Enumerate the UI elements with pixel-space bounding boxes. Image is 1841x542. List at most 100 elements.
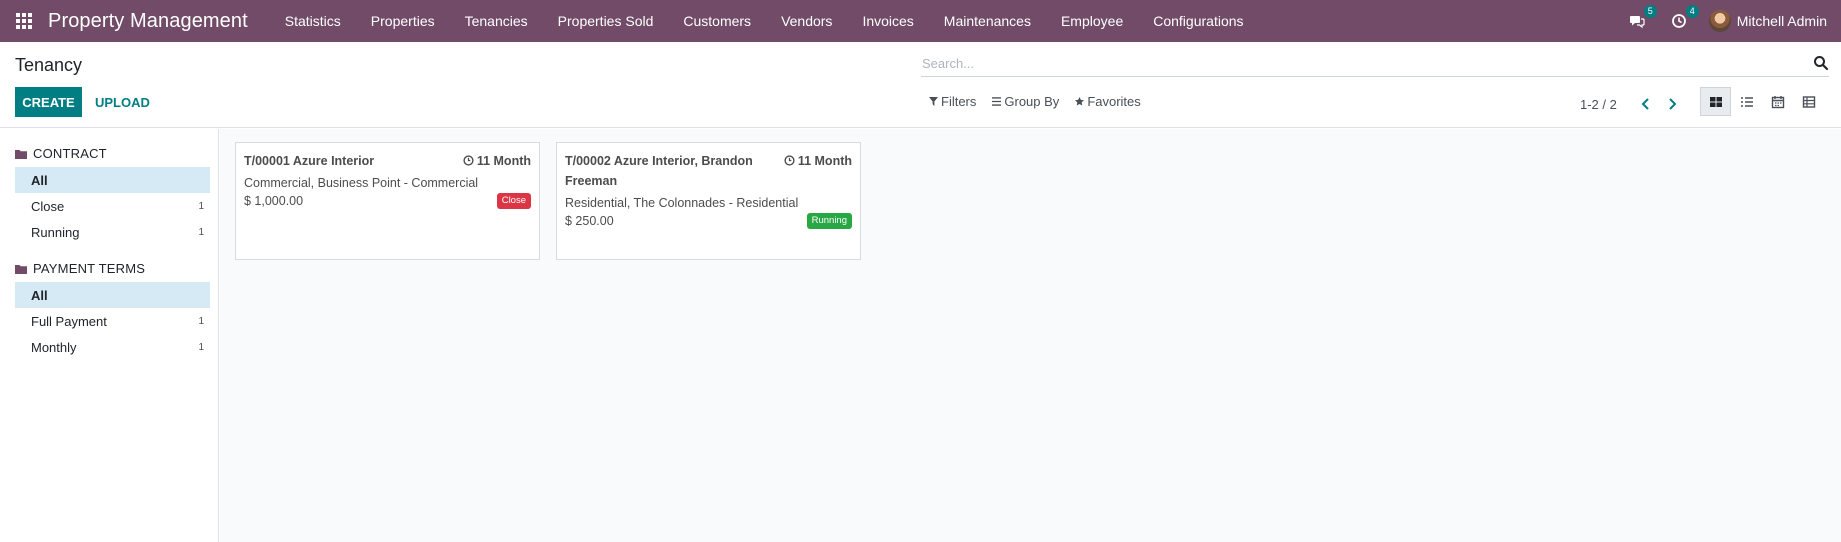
- filter-count: 1: [198, 226, 204, 238]
- menu-item-tenancies[interactable]: Tenancies: [450, 0, 543, 42]
- top-navbar: Property Management Statistics Propertie…: [0, 0, 1841, 42]
- section-header-payment-terms: PAYMENT TERMS: [15, 261, 218, 276]
- card-footer: $ 250.00 Running: [565, 212, 852, 230]
- menu-item-properties[interactable]: Properties: [356, 0, 450, 42]
- card-header: T/00002 Azure Interior, Brandon Freeman …: [565, 151, 852, 191]
- menu-item-employee[interactable]: Employee: [1046, 0, 1138, 42]
- apps-menu-icon[interactable]: [14, 11, 34, 31]
- pager: 1-2 / 2: [1580, 94, 1685, 114]
- control-panel: Tenancy CREATE UPLOAD Filters Group By F…: [0, 42, 1841, 128]
- filter-contract-running[interactable]: Running 1: [15, 219, 210, 245]
- menu-item-customers[interactable]: Customers: [668, 0, 766, 42]
- folder-icon: [15, 264, 27, 274]
- pager-value[interactable]: 1-2 / 2: [1580, 97, 1617, 112]
- clock-icon: [784, 155, 795, 166]
- clock-icon: [463, 155, 474, 166]
- pivot-icon: [1802, 95, 1815, 108]
- kanban-view: T/00001 Azure Interior 11 Month Commerci…: [220, 129, 1841, 542]
- filter-label: Full Payment: [31, 313, 107, 329]
- card-title: T/00002 Azure Interior, Brandon Freeman: [565, 154, 753, 188]
- card-duration-value: 11 Month: [476, 154, 531, 168]
- filter-count: 1: [198, 341, 204, 353]
- filter-label: All: [31, 172, 48, 188]
- pager-next-button[interactable]: [1659, 94, 1685, 114]
- user-name: Mitchell Admin: [1736, 13, 1827, 29]
- card-title: T/00001 Azure Interior: [244, 154, 375, 168]
- menu-item-vendors[interactable]: Vendors: [766, 0, 847, 42]
- filter-count: 1: [198, 200, 204, 212]
- calendar-view-button[interactable]: [1762, 87, 1793, 116]
- upload-button[interactable]: UPLOAD: [88, 87, 157, 117]
- card-property: Commercial, Business Point - Commercial: [244, 176, 479, 190]
- avatar: [1708, 10, 1731, 32]
- pager-previous-button[interactable]: [1633, 94, 1659, 114]
- chevron-left-icon: [1641, 98, 1649, 110]
- systray: 5 4 Mitchell Admin: [1625, 0, 1827, 42]
- search-icon[interactable]: [1813, 55, 1829, 71]
- chevron-right-icon: [1669, 98, 1677, 110]
- activities-button[interactable]: 4: [1667, 5, 1699, 33]
- card-duration: 11 Month: [784, 151, 852, 191]
- bars-icon: [992, 97, 1002, 106]
- main-menu: Statistics Properties Tenancies Properti…: [270, 0, 1259, 42]
- kanban-card[interactable]: T/00001 Azure Interior 11 Month Commerci…: [235, 142, 540, 260]
- filter-icon: [929, 97, 938, 106]
- card-property: Residential, The Colonnades - Residentia…: [565, 196, 799, 210]
- filter-label: Running: [31, 224, 80, 240]
- messages-button[interactable]: 5: [1625, 5, 1657, 33]
- filter-label: Close: [31, 198, 65, 214]
- filter-label: All: [31, 287, 48, 303]
- chat-icon: [1629, 16, 1645, 29]
- status-badge: Running: [806, 213, 852, 229]
- filter-contract-close[interactable]: Close 1: [15, 193, 210, 219]
- card-amount: $ 250.00: [565, 214, 614, 228]
- menu-item-statistics[interactable]: Statistics: [270, 0, 356, 42]
- filter-count: 1: [198, 315, 204, 327]
- create-button[interactable]: CREATE: [15, 87, 82, 117]
- card-amount: $ 1,000.00: [244, 194, 304, 208]
- filter-label: Monthly: [31, 339, 77, 355]
- activities-count-badge: 4: [1685, 5, 1699, 18]
- favorites-label: Favorites: [1087, 94, 1141, 109]
- filters-label: Filters: [941, 94, 977, 109]
- star-icon: [1075, 97, 1085, 106]
- list-view-button[interactable]: [1731, 87, 1762, 116]
- section-header-contract: CONTRACT: [15, 146, 218, 161]
- pivot-view-button[interactable]: [1793, 87, 1824, 116]
- group-by-button[interactable]: Group By: [992, 94, 1059, 109]
- filter-contract-all[interactable]: All: [15, 167, 210, 193]
- card-header: T/00001 Azure Interior 11 Month: [244, 151, 531, 171]
- calendar-icon: [1771, 95, 1784, 108]
- menu-item-properties-sold[interactable]: Properties Sold: [543, 0, 669, 42]
- favorites-button[interactable]: Favorites: [1075, 94, 1141, 109]
- section-title: CONTRACT: [33, 146, 107, 161]
- kanban-card[interactable]: T/00002 Azure Interior, Brandon Freeman …: [556, 142, 861, 260]
- messages-count-badge: 5: [1643, 5, 1657, 18]
- clock-icon: [1671, 14, 1686, 28]
- kanban-view-button[interactable]: [1700, 87, 1731, 116]
- page-title: Tenancy: [15, 55, 83, 75]
- kanban-icon: [1709, 96, 1722, 107]
- filter-payment-monthly[interactable]: Monthly 1: [15, 334, 210, 360]
- section-title: PAYMENT TERMS: [33, 261, 146, 276]
- menu-item-invoices[interactable]: Invoices: [847, 0, 928, 42]
- card-footer: $ 1,000.00 Close: [244, 192, 531, 210]
- list-icon: [1740, 96, 1753, 107]
- filter-payment-full-payment[interactable]: Full Payment 1: [15, 308, 210, 334]
- app-brand[interactable]: Property Management: [48, 10, 248, 33]
- filters-button[interactable]: Filters: [929, 94, 976, 109]
- status-badge: Close: [496, 193, 531, 209]
- menu-item-configurations[interactable]: Configurations: [1138, 0, 1258, 42]
- search-panel: CONTRACT All Close 1 Running 1 PAYMENT T…: [0, 129, 219, 542]
- filter-payment-all[interactable]: All: [15, 282, 210, 308]
- search-bar: [921, 51, 1829, 77]
- card-duration: 11 Month: [463, 151, 531, 171]
- group-by-label: Group By: [1004, 94, 1060, 109]
- folder-icon: [15, 149, 27, 159]
- card-duration-value: 11 Month: [797, 154, 852, 168]
- search-input[interactable]: [921, 51, 1801, 75]
- user-menu[interactable]: Mitchell Admin: [1708, 10, 1827, 32]
- search-options: Filters Group By Favorites: [929, 94, 1157, 109]
- view-switcher: [1700, 87, 1824, 116]
- menu-item-maintenances[interactable]: Maintenances: [929, 0, 1046, 42]
